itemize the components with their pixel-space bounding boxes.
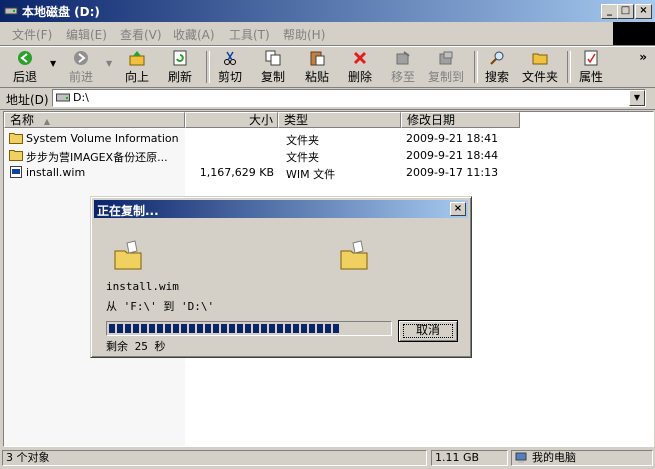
address-bar: 地址(D) D:\ ▼ bbox=[0, 87, 655, 110]
table-row[interactable]: install.wim 1,167,629 KB WIM 文件 2009-9-1… bbox=[4, 164, 653, 181]
column-header-type[interactable]: 类型 bbox=[278, 112, 401, 128]
file-size: 1,167,629 KB bbox=[199, 166, 274, 179]
address-label: 地址(D) bbox=[6, 93, 49, 107]
minimize-button[interactable]: _ bbox=[601, 4, 618, 19]
time-remaining: 剩余 25 秒 bbox=[106, 340, 166, 353]
destination-folder-icon bbox=[340, 240, 368, 270]
forward-button[interactable]: 前进 bbox=[64, 50, 98, 85]
close-button[interactable]: × bbox=[635, 4, 652, 19]
refresh-icon bbox=[173, 50, 187, 66]
menu-tools[interactable]: 工具(T) bbox=[229, 26, 270, 43]
move-to-button[interactable]: 移至 bbox=[388, 50, 418, 85]
menu-file[interactable]: 文件(F) bbox=[12, 26, 52, 43]
focus-rectangle bbox=[403, 324, 453, 338]
forward-arrow-icon bbox=[74, 51, 88, 65]
paste-button[interactable]: 粘贴 bbox=[302, 50, 332, 85]
status-object-count: 3 个对象 bbox=[2, 450, 427, 466]
file-type: WIM 文件 bbox=[286, 168, 336, 181]
back-dropdown-icon[interactable]: ▼ bbox=[50, 59, 56, 68]
copy-progress-fill bbox=[109, 324, 339, 333]
menu-help[interactable]: 帮助(H) bbox=[283, 26, 325, 43]
copy-icon bbox=[265, 50, 281, 66]
toolbar-separator bbox=[567, 51, 571, 83]
wim-file-icon bbox=[10, 166, 22, 178]
toolbar-separator bbox=[206, 51, 210, 83]
maximize-button[interactable]: □ bbox=[617, 4, 634, 19]
file-name: 步步为营IMAGEX备份还原... bbox=[26, 151, 168, 164]
table-row[interactable]: 步步为营IMAGEX备份还原... 文件夹 2009-9-21 18:44 bbox=[4, 147, 653, 164]
file-type: 文件夹 bbox=[286, 134, 319, 147]
column-header-size[interactable]: 大小 bbox=[185, 112, 278, 128]
delete-button[interactable]: 删除 bbox=[345, 50, 375, 85]
folder-up-icon bbox=[129, 51, 145, 66]
copy-button[interactable]: 复制 bbox=[258, 50, 288, 85]
properties-icon bbox=[584, 50, 598, 66]
file-type: 文件夹 bbox=[286, 151, 319, 164]
file-modified: 2009-9-17 11:13 bbox=[406, 166, 499, 179]
column-header-name[interactable]: 名称 ▲ bbox=[4, 112, 185, 128]
window-title: 本地磁盘 (D:) bbox=[22, 5, 100, 19]
copy-source-destination: 从 'F:\' 到 'D:\' bbox=[106, 300, 215, 313]
drive-icon bbox=[56, 93, 70, 102]
folders-button[interactable]: 文件夹 bbox=[520, 50, 560, 85]
status-size: 1.11 GB bbox=[431, 450, 508, 466]
delete-x-icon bbox=[353, 51, 367, 65]
menu-view[interactable]: 查看(V) bbox=[120, 26, 162, 43]
column-header-modified[interactable]: 修改日期 bbox=[401, 112, 520, 128]
status-location: 我的电脑 bbox=[511, 450, 653, 466]
menu-edit[interactable]: 编辑(E) bbox=[66, 26, 107, 43]
up-button[interactable]: 向上 bbox=[122, 50, 152, 85]
dialog-title-bar[interactable]: 正在复制... × bbox=[94, 200, 468, 218]
file-name: install.wim bbox=[26, 166, 86, 179]
toolbar-overflow-button[interactable]: » bbox=[639, 50, 647, 64]
copying-file-name: install.wim bbox=[106, 280, 179, 293]
copy-to-button[interactable]: 复制到 bbox=[426, 50, 466, 85]
file-modified: 2009-9-21 18:44 bbox=[406, 149, 499, 162]
back-arrow-icon bbox=[18, 51, 32, 65]
address-value: D:\ bbox=[73, 91, 89, 104]
menu-favorites[interactable]: 收藏(A) bbox=[173, 26, 215, 43]
cut-button[interactable]: 剪切 bbox=[215, 50, 245, 85]
folder-icon bbox=[532, 53, 548, 65]
toolbar: 后退 ▼ 前进 ▼ 向上 刷新 剪切 复制 粘贴 删除 移至 复制到 搜索 文件… bbox=[0, 46, 655, 88]
search-button[interactable]: 搜索 bbox=[482, 50, 512, 85]
dialog-close-button[interactable]: × bbox=[450, 202, 466, 216]
toolbar-separator bbox=[474, 51, 478, 83]
my-computer-icon bbox=[515, 452, 527, 463]
windows-logo bbox=[613, 22, 655, 45]
sort-ascending-icon: ▲ bbox=[43, 117, 50, 126]
address-input[interactable]: D:\ ▼ bbox=[52, 89, 646, 107]
search-icon bbox=[490, 51, 504, 65]
file-modified: 2009-9-21 18:41 bbox=[406, 132, 499, 145]
back-button[interactable]: 后退 bbox=[8, 50, 42, 85]
address-dropdown-button[interactable]: ▼ bbox=[629, 90, 645, 106]
clipboard-icon bbox=[310, 51, 325, 66]
source-folder-icon bbox=[114, 240, 142, 270]
folder-icon bbox=[9, 133, 23, 144]
scissors-icon bbox=[224, 51, 236, 65]
folder-icon bbox=[9, 150, 23, 161]
title-bar[interactable]: 本地磁盘 (D:) _ □ × bbox=[0, 0, 655, 22]
table-row[interactable]: System Volume Information 文件夹 2009-9-21 … bbox=[4, 130, 653, 147]
forward-dropdown-icon[interactable]: ▼ bbox=[106, 59, 112, 68]
refresh-button[interactable]: 刷新 bbox=[165, 50, 195, 85]
status-bar: 3 个对象 1.11 GB 我的电脑 bbox=[0, 447, 655, 469]
drive-icon bbox=[4, 7, 18, 15]
cancel-button[interactable]: 取消 bbox=[398, 320, 458, 342]
properties-button[interactable]: 属性 bbox=[576, 50, 606, 85]
copy-progress-bar bbox=[106, 321, 392, 336]
menu-bar: 文件(F) 编辑(E) 查看(V) 收藏(A) 工具(T) 帮助(H) bbox=[0, 22, 655, 46]
copy-progress-dialog: 正在复制... × install.wim 从 'F:\' 到 'D:\' 剩余… bbox=[90, 196, 472, 358]
move-to-icon bbox=[396, 51, 410, 65]
file-name: System Volume Information bbox=[26, 132, 179, 145]
copy-to-icon bbox=[439, 51, 453, 65]
dialog-title: 正在复制... bbox=[97, 204, 159, 218]
